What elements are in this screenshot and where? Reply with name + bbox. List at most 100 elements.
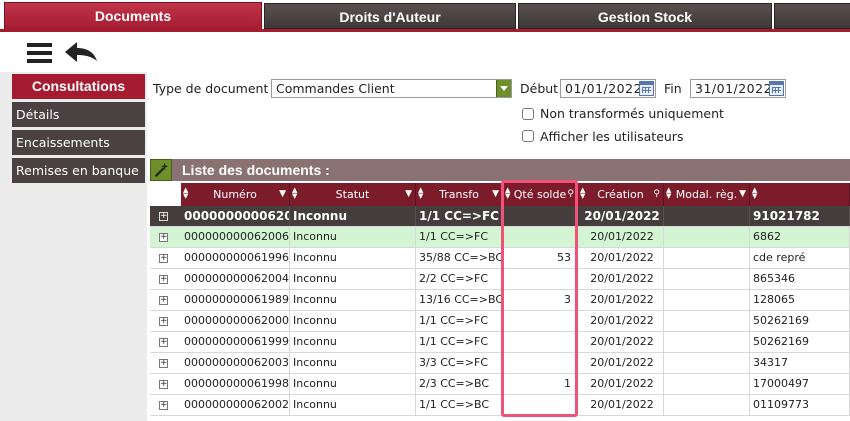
cell-ref: 865346	[750, 269, 850, 289]
sort-arrows-icon[interactable]: ▲ ▼	[418, 187, 423, 200]
sort-arrows-icon[interactable]: ▲ ▼	[505, 187, 510, 200]
search-icon[interactable]: ⚲	[653, 183, 660, 206]
cell-ref: cde repré	[750, 248, 850, 268]
sort-arrows-icon[interactable]: ▲ ▼	[183, 187, 188, 200]
afficher-utilisateurs-label: Afficher les utilisateurs	[540, 129, 684, 144]
column-header-qte-solde[interactable]: ▲ ▼ Qté solde ⚲	[503, 183, 578, 206]
cell-numero: 000000000061996	[181, 248, 290, 268]
cell-transfo: 1/1 CC=>FC	[416, 311, 503, 331]
expand-icon[interactable]: +	[159, 380, 168, 389]
debut-date-value: 01/01/2022	[565, 81, 643, 96]
cell-modal	[664, 248, 750, 268]
sidebar-item-remises[interactable]: Remises en banque	[12, 158, 145, 183]
cell-qte	[503, 227, 578, 247]
table-row[interactable]: +00000000006200 Inconnu 1/1 CC=>FC 20/01/20…	[150, 206, 850, 227]
top-tabs: Documents Droits d'Auteur Gestion Stock	[0, 0, 850, 32]
cell-qte: 3	[503, 290, 578, 310]
cell-transfo: 2/3 CC=>BC	[416, 374, 503, 394]
table-row[interactable]: +000000000061999 Inconnu 1/1 CC=>FC 20/01/2…	[150, 332, 850, 353]
cell-statut: Inconnu	[290, 290, 416, 310]
cell-qte: 53	[503, 248, 578, 268]
cell-modal	[664, 353, 750, 373]
column-header-creation[interactable]: ▲ ▼ Création ⚲	[578, 183, 664, 206]
cell-qte	[503, 353, 578, 373]
afficher-utilisateurs-checkbox[interactable]	[522, 130, 534, 142]
cell-modal	[664, 227, 750, 247]
calendar-icon[interactable]	[769, 81, 784, 96]
tab-gestion-stock[interactable]: Gestion Stock	[518, 3, 772, 29]
cell-modal	[664, 311, 750, 331]
filter-icon[interactable]: ▼	[405, 183, 412, 206]
back-arrow-icon[interactable]	[64, 41, 98, 63]
expand-icon[interactable]: +	[159, 275, 168, 284]
sidebar-item-encaissements[interactable]: Encaissements	[12, 130, 145, 155]
filter-icon[interactable]: ▼	[279, 183, 286, 206]
search-icon[interactable]: ⚲	[567, 183, 574, 206]
sort-arrows-icon[interactable]: ▲ ▼	[292, 187, 297, 200]
cell-modal	[664, 206, 750, 226]
expand-icon[interactable]: +	[159, 359, 168, 368]
tab-documents[interactable]: Documents	[4, 2, 262, 30]
sort-arrows-icon[interactable]: ▲ ▼	[666, 187, 671, 200]
cell-numero: 000000000061999	[181, 332, 290, 352]
dropdown-arrow-icon[interactable]	[496, 80, 511, 97]
table-row[interactable]: +000000000062006 Inconnu 1/1 CC=>FC 20/01/2…	[150, 227, 850, 248]
expand-icon[interactable]: +	[159, 212, 168, 221]
non-transformes-checkbox[interactable]	[522, 108, 534, 120]
calendar-icon[interactable]	[639, 81, 654, 96]
magic-wand-icon[interactable]	[150, 159, 172, 181]
column-header-numero[interactable]: ▲ ▼ Numéro ▼	[181, 183, 290, 206]
cell-numero: 000000000062000	[181, 311, 290, 331]
table-row[interactable]: +000000000062002 Inconnu 1/1 CC=>BC 20/01/2…	[150, 395, 850, 416]
sidebar: Consultations Détails Encaissements Remi…	[0, 72, 147, 421]
cell-numero: 000000000061989	[181, 290, 290, 310]
table-row[interactable]: +000000000062003 Inconnu 3/3 CC=>FC 20/01/2…	[150, 353, 850, 374]
sidebar-item-consultations[interactable]: Consultations	[12, 74, 145, 99]
sidebar-item-details[interactable]: Détails	[12, 102, 145, 127]
cell-statut: Inconnu	[290, 269, 416, 289]
cell-creation: 20/01/2022	[578, 269, 664, 289]
cell-transfo: 35/88 CC=>BC	[416, 248, 503, 268]
expand-icon[interactable]: +	[159, 296, 168, 305]
cell-transfo: 1/1 CC=>BC	[416, 395, 503, 415]
fin-date-field[interactable]: 31/01/2022	[690, 79, 786, 98]
filter-icon[interactable]: ▼	[492, 183, 499, 206]
filter-icon[interactable]: ▼	[739, 183, 746, 206]
column-header-transfo[interactable]: ▲ ▼ Transfo ▼	[416, 183, 503, 206]
cell-modal	[664, 395, 750, 415]
expand-icon[interactable]: +	[159, 317, 168, 326]
cell-numero: 000000000062006	[181, 227, 290, 247]
tab-droits-auteur[interactable]: Droits d'Auteur	[264, 3, 516, 29]
column-header-ref[interactable]: ▲ ▼	[750, 183, 850, 206]
table-row[interactable]: +000000000062000 Inconnu 1/1 CC=>FC 20/01/2…	[150, 311, 850, 332]
table-row[interactable]: +000000000061989 Inconnu 13/16 CC=>BC 3 20/0…	[150, 290, 850, 311]
toolbar	[0, 32, 850, 72]
table-row[interactable]: +000000000061996 Inconnu 35/88 CC=>BC 53 20/…	[150, 248, 850, 269]
cell-numero: 00000000006200	[181, 206, 290, 226]
cell-qte	[503, 206, 578, 226]
debut-date-field[interactable]: 01/01/2022	[560, 79, 656, 98]
expand-icon[interactable]: +	[159, 401, 168, 410]
cell-ref: 128065	[750, 290, 850, 310]
cell-creation: 20/01/2022	[578, 374, 664, 394]
table-row[interactable]: +000000000062004 Inconnu 2/2 CC=>FC 20/01/2…	[150, 269, 850, 290]
cell-modal	[664, 269, 750, 289]
expand-icon[interactable]: +	[159, 338, 168, 347]
type-document-label: Type de document	[153, 81, 269, 96]
cell-qte	[503, 395, 578, 415]
table-row[interactable]: +000000000061998 Inconnu 2/3 CC=>BC 1 20/01/…	[150, 374, 850, 395]
sort-arrows-icon[interactable]: ▲ ▼	[580, 187, 585, 200]
hamburger-icon[interactable]	[27, 43, 52, 63]
type-document-select[interactable]: Commandes Client	[271, 79, 512, 98]
expand-icon[interactable]: +	[159, 254, 168, 263]
tab-more[interactable]	[774, 3, 850, 29]
cell-statut: Inconnu	[290, 311, 416, 331]
list-title: Liste des documents :	[182, 162, 330, 178]
expand-icon[interactable]: +	[159, 233, 168, 242]
cell-qte	[503, 332, 578, 352]
column-header-modal-reg[interactable]: ▲ ▼ Modal. règ. ▼	[664, 183, 750, 206]
cell-transfo: 13/16 CC=>BC	[416, 290, 503, 310]
sort-arrows-icon[interactable]: ▲ ▼	[752, 187, 757, 200]
cell-creation: 20/01/2022	[578, 395, 664, 415]
column-header-statut[interactable]: ▲ ▼ Statut ▼	[290, 183, 416, 206]
